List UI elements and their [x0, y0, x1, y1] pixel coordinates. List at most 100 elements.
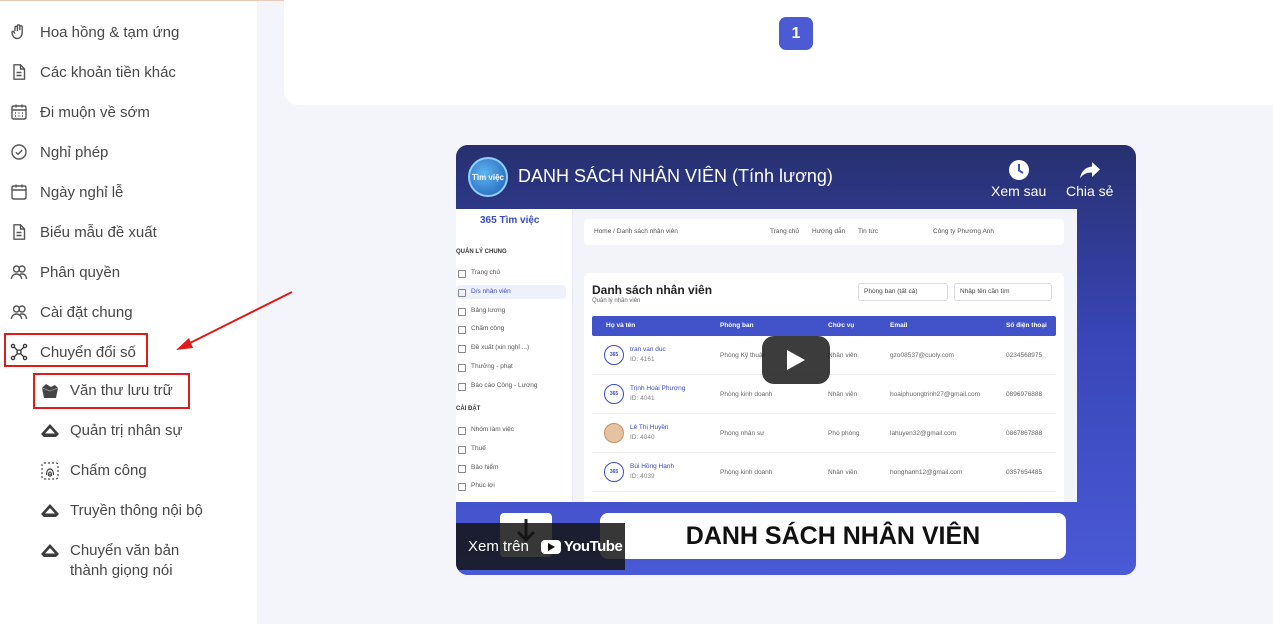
subitem-text-to-speech[interactable]: Chuyển văn bản thành giọng nói	[40, 541, 220, 581]
embedded-logo: 365 Tìm việc	[480, 215, 540, 226]
col-phone: Số điện thoại	[1006, 322, 1047, 329]
app-logo-icon	[40, 541, 60, 561]
embedded-topbar: Home / Danh sách nhân viên Trang chủ Hướ…	[584, 219, 1064, 245]
row-id: ID: 4040	[630, 434, 655, 441]
row-position: Nhân viên	[828, 352, 858, 359]
subitem-internal-communication[interactable]: Truyền thông nội bộ	[40, 501, 203, 521]
embedded-link: Báo cáo Công - Lương	[456, 379, 566, 393]
embedded-link: Thưởng - phạt	[456, 360, 566, 374]
sidebar-item-proposal-forms[interactable]: Biểu mẫu đề xuất	[10, 220, 157, 244]
row-email: hoaiphuongtrinh27@gmail.com	[890, 391, 981, 398]
embedded-section-settings: CÀI ĐẶT	[456, 406, 481, 412]
fingerprint-icon	[40, 461, 60, 481]
embedded-breadcrumb: Home / Danh sách nhân viên	[594, 228, 678, 235]
watch-later-button[interactable]: Xem sau	[991, 157, 1046, 199]
subitem-hr-management[interactable]: Quản trị nhân sự	[40, 421, 183, 441]
sidebar-item-label: Ngày nghỉ lễ	[40, 183, 124, 201]
users-settings-icon	[10, 303, 28, 321]
embedded-top-link: Tin tức	[858, 228, 879, 235]
sidebar-item-label: Các khoản tiền khác	[40, 63, 176, 81]
sidebar-item-label: Nghỉ phép	[40, 143, 109, 161]
embedded-top-link: Hướng dẫn	[812, 228, 846, 235]
col-name: Họ và tên	[606, 322, 636, 329]
play-icon	[787, 350, 805, 370]
subitem-timekeeping[interactable]: Chấm công	[40, 461, 147, 481]
hand-icon	[10, 23, 28, 41]
embedded-panel: Danh sách nhân viên Quản lý nhân viên Ph…	[584, 273, 1064, 502]
calendar-grid-icon	[10, 103, 28, 121]
embedded-section-general: QUẢN LÝ CHUNG	[456, 249, 507, 255]
row-name: Lê Thị Huyền	[630, 424, 669, 431]
row-id: ID: 4041	[630, 395, 655, 402]
highlight-box-archive	[33, 373, 190, 409]
sidebar-item-leave[interactable]: Nghỉ phép	[10, 140, 108, 164]
embedded-company: Công ty Phương Anh	[933, 228, 995, 235]
youtube-wordmark: YouTube	[563, 538, 623, 555]
share-button[interactable]: Chia sẻ	[1066, 157, 1113, 199]
col-department: Phòng ban	[720, 322, 754, 329]
youtube-embed[interactable]: Tìm việc DANH SÁCH NHÂN VIÊN (Tính lương…	[456, 145, 1136, 575]
sidebar-item-label: Đi muộn về sớm	[40, 103, 150, 121]
embedded-search-filter: Nhập tên cần tìm	[954, 283, 1052, 301]
embedded-link: Phúc lợi	[456, 479, 566, 493]
embedded-panel-subtitle: Quản lý nhân viên	[592, 298, 641, 304]
subitem-label: Truyền thông nội bộ	[70, 502, 203, 519]
sidebar-item-general-settings[interactable]: Cài đặt chung	[10, 300, 133, 324]
row-phone: 0234568975	[1006, 352, 1043, 359]
sidebar-item-label: Hoa hồng & tạm ứng	[40, 23, 180, 41]
youtube-play-icon	[540, 539, 561, 554]
share-icon	[1066, 157, 1113, 183]
row-email: honghanh12@gmail.com	[890, 469, 963, 476]
row-position: Nhân viên	[828, 391, 858, 398]
watch-on-youtube-button[interactable]: Xem trên YouTube	[456, 523, 625, 570]
row-position: Phó phòng	[828, 430, 860, 437]
share-label: Chia sẻ	[1066, 183, 1114, 199]
video-title[interactable]: DANH SÁCH NHÂN VIÊN (Tính lương)	[518, 166, 833, 187]
row-email: lahuyen32@gmail.com	[890, 430, 957, 437]
sidebar-item-label: Phân quyền	[40, 263, 121, 281]
subitem-label: Quản trị nhân sự	[70, 422, 183, 439]
annotation-arrow	[176, 291, 293, 350]
embedded-link: Trang chủ	[456, 266, 566, 280]
row-phone: 0896976888	[1006, 391, 1043, 398]
pagination-card	[284, 0, 1273, 105]
row-name: Trịnh Hoài Phương	[630, 385, 686, 392]
document-icon	[10, 63, 28, 81]
sidebar-item-holidays[interactable]: Ngày nghỉ lễ	[10, 180, 123, 204]
watch-on-label: Xem trên	[468, 538, 529, 555]
col-position: Chức vụ	[828, 322, 855, 329]
row-department: Phòng kinh doanh	[720, 469, 773, 476]
row-id: ID: 4039	[630, 473, 655, 480]
page-button-1[interactable]: 1	[779, 17, 813, 50]
channel-avatar[interactable]: Tìm việc	[468, 157, 508, 197]
video-banner: DANH SÁCH NHÂN VIÊN	[600, 513, 1066, 559]
embedded-link: Thuế	[456, 442, 566, 456]
embedded-sidebar: 365 Tìm việc QUẢN LÝ CHUNG Trang chủ D/s…	[456, 209, 573, 502]
embedded-top-link: Trang chủ	[770, 228, 800, 235]
app-logo-icon	[40, 501, 60, 521]
sidebar-item-commission[interactable]: Hoa hồng & tạm ứng	[10, 20, 179, 44]
row-name: tran van duc	[630, 346, 666, 353]
sidebar-item-other-payments[interactable]: Các khoản tiền khác	[10, 60, 176, 84]
calendar-icon	[10, 183, 28, 201]
sidebar-item-late-early[interactable]: Đi muộn về sớm	[10, 100, 150, 124]
sidebar-item-label: Biểu mẫu đề xuất	[40, 223, 157, 241]
row-email: gzo08537@cuoly.com	[890, 352, 954, 359]
avatar: 365	[604, 462, 624, 482]
channel-avatar-text: Tìm việc	[471, 172, 504, 182]
table-row: Lê Thị Huyền ID: 4040 Phòng nhân sự Phó …	[592, 414, 1056, 453]
avatar: 365	[604, 384, 624, 404]
embedded-panel-title: Danh sách nhân viên	[592, 283, 713, 297]
embedded-link: Đề xuất (xin nghỉ ...)	[456, 341, 566, 355]
embedded-link: Bảng lương	[456, 304, 566, 318]
sidebar-item-label: Cài đặt chung	[40, 303, 133, 321]
embedded-department-filter: Phòng ban (tất cả)	[858, 283, 948, 301]
embedded-link: Chấm công	[456, 322, 566, 336]
row-id: ID: 4161	[630, 356, 655, 363]
highlight-box-digital-transformation	[4, 333, 148, 367]
play-button[interactable]	[762, 336, 830, 384]
sidebar-item-permissions[interactable]: Phân quyền	[10, 260, 120, 284]
row-name: Bùi Hồng Hạnh	[630, 463, 675, 470]
row-department: Phòng Kỹ thuật	[720, 352, 765, 359]
col-email: Email	[890, 322, 908, 329]
